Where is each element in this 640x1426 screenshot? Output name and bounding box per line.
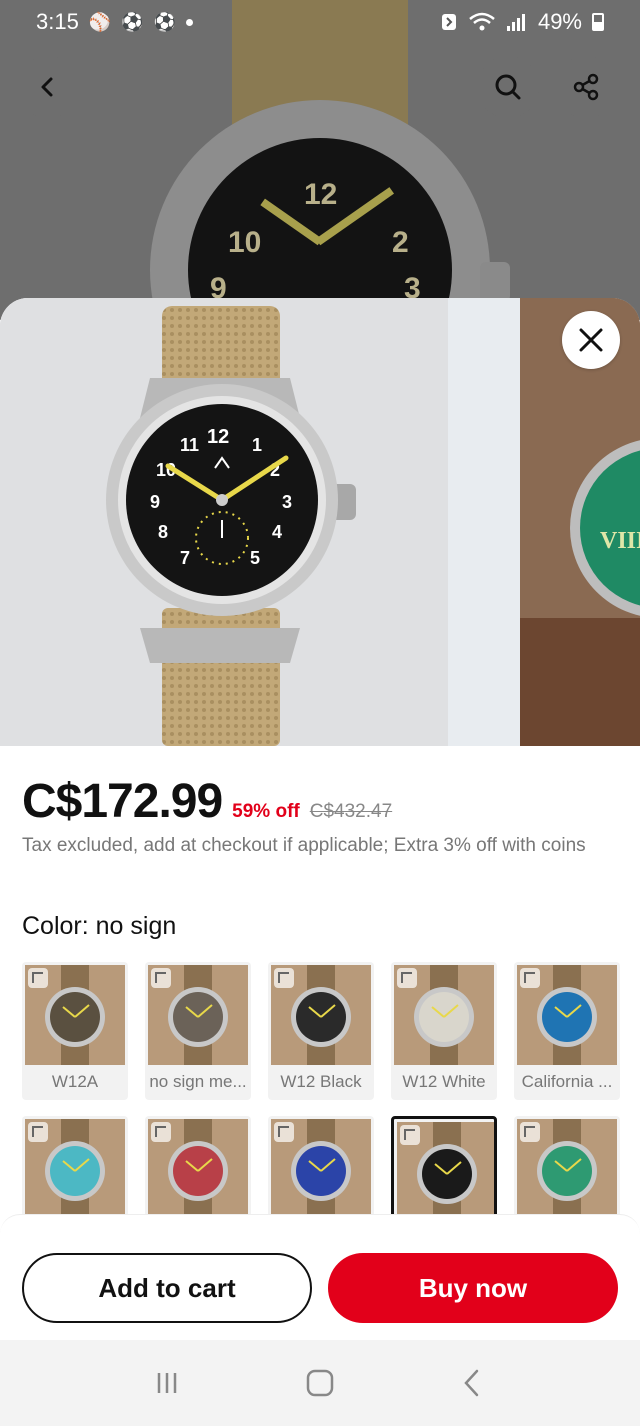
- expand-icon: [400, 1125, 420, 1145]
- svg-text:7: 7: [180, 548, 190, 568]
- variant-option[interactable]: [268, 1116, 374, 1226]
- share-icon: [573, 73, 599, 101]
- svg-text:VIII: VIII: [600, 528, 640, 554]
- variant-label: W12 Black: [280, 1072, 362, 1091]
- bg-numeral-10: 10: [228, 226, 262, 259]
- bg-watch-crown: [480, 262, 510, 302]
- main-product-image[interactable]: 12 11 1 10 2 9 3 8 4 7 5: [0, 298, 448, 746]
- system-nav-bar: [0, 1340, 640, 1426]
- expand-icon: [520, 1122, 540, 1142]
- nfc-icon: [441, 14, 456, 30]
- action-bar: Add to cart Buy now: [0, 1214, 640, 1340]
- notification-dot-icon: [186, 18, 194, 26]
- tax-note: Tax excluded, add at checkout if applica…: [22, 835, 586, 856]
- expand-icon: [28, 1122, 48, 1142]
- expand-icon: [151, 1122, 171, 1142]
- expand-icon: [274, 1122, 294, 1142]
- variant-option[interactable]: W12 Black: [268, 962, 374, 1100]
- svg-text:12: 12: [207, 426, 229, 448]
- baseball-icon: ⚾: [88, 11, 112, 32]
- add-to-cart-button[interactable]: Add to cart: [22, 1253, 312, 1323]
- back-nav-icon[interactable]: [456, 1366, 490, 1400]
- variant-option[interactable]: no sign me...: [145, 962, 251, 1100]
- variant-label: W12A: [51, 1072, 99, 1091]
- status-time: 3:15: [36, 9, 79, 34]
- chevron-left-icon: [41, 77, 53, 97]
- share-button[interactable]: [555, 56, 617, 118]
- svg-text:4: 4: [272, 522, 282, 542]
- svg-text:1: 1: [252, 435, 262, 455]
- background-product-image: 12 10 2 9 3: [0, 0, 640, 320]
- expand-icon: [151, 968, 171, 988]
- variant-option[interactable]: W12 White: [391, 962, 497, 1100]
- bg-numeral-12: 12: [304, 178, 338, 211]
- home-icon[interactable]: [303, 1366, 337, 1400]
- expand-icon: [274, 968, 294, 988]
- back-button[interactable]: [17, 56, 79, 118]
- recent-apps-icon[interactable]: [150, 1366, 184, 1400]
- search-icon: [495, 74, 521, 100]
- battery-icon: [592, 13, 604, 31]
- expand-icon: [397, 968, 417, 988]
- variant-option[interactable]: [514, 1116, 620, 1226]
- variant-label: W12 White: [402, 1072, 486, 1091]
- discount-badge: 59% off: [232, 801, 300, 822]
- original-price: C$432.47: [309, 801, 393, 822]
- svg-text:11: 11: [180, 435, 199, 455]
- price-row: C$172.99 59% off C$432.47: [22, 774, 392, 829]
- close-icon: [579, 328, 603, 352]
- variant-label: California ...: [521, 1072, 613, 1091]
- bg-numeral-2: 2: [392, 226, 409, 259]
- variant-option[interactable]: [22, 1116, 128, 1226]
- signal-icon: [506, 14, 525, 31]
- gallery-spacer: [448, 298, 520, 746]
- soccer-icon: ⚽: [121, 11, 144, 32]
- image-gallery[interactable]: 12 11 1 10 2 9 3 8 4 7 5 VII: [0, 298, 640, 746]
- svg-text:5: 5: [250, 548, 260, 568]
- svg-text:3: 3: [282, 492, 292, 512]
- variant-option[interactable]: [145, 1116, 251, 1226]
- close-button[interactable]: [562, 311, 620, 369]
- search-button[interactable]: [477, 56, 539, 118]
- svg-text:8: 8: [158, 522, 168, 542]
- variant-option[interactable]: California ...: [514, 962, 620, 1100]
- expand-icon: [28, 968, 48, 988]
- color-label: Color: no sign: [22, 912, 177, 940]
- watch-illustration: 12 11 1 10 2 9 3 8 4 7 5: [106, 306, 356, 746]
- soccer-icon: ⚽: [153, 11, 177, 32]
- buy-now-button[interactable]: Buy now: [328, 1253, 618, 1323]
- status-bar: 3:15 ⚾ ⚽ ⚽ 49%: [0, 0, 640, 44]
- variant-label: no sign me...: [149, 1072, 247, 1091]
- battery-percent: 49%: [537, 9, 582, 34]
- variant-option[interactable]: [391, 1116, 497, 1226]
- wifi-icon: [469, 12, 495, 31]
- svg-text:9: 9: [150, 492, 160, 512]
- expand-icon: [520, 968, 540, 988]
- variant-option[interactable]: W12A: [22, 962, 128, 1100]
- current-price: C$172.99: [22, 775, 223, 828]
